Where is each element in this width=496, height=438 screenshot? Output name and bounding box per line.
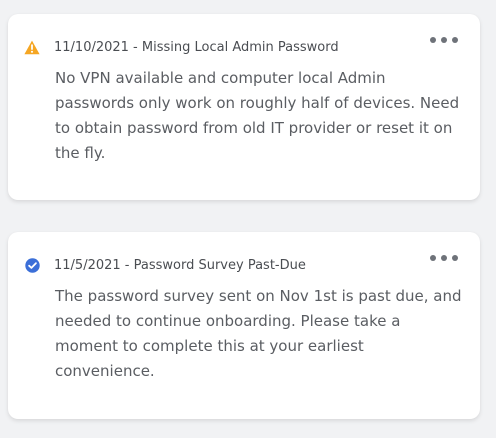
notification-header: 11/10/2021 - Missing Local Admin Passwor… (24, 37, 460, 57)
more-options-button[interactable] (430, 251, 458, 265)
dot (441, 37, 447, 43)
notification-card[interactable]: 11/10/2021 - Missing Local Admin Passwor… (8, 14, 480, 200)
notification-title: 11/5/2021 - Password Survey Past-Due (54, 257, 306, 273)
notification-title: 11/10/2021 - Missing Local Admin Passwor… (54, 39, 339, 55)
notification-header: 11/5/2021 - Password Survey Past-Due (24, 255, 460, 275)
notification-body: No VPN available and computer local Admi… (55, 69, 460, 162)
more-options-button[interactable] (430, 33, 458, 47)
notification-body: The password survey sent on Nov 1st is p… (55, 287, 462, 380)
notification-card[interactable]: 11/5/2021 - Password Survey Past-Due The… (8, 232, 480, 419)
dot (452, 37, 458, 43)
check-circle-icon (24, 257, 40, 273)
dot (452, 255, 458, 261)
dot (430, 37, 436, 43)
dot (441, 255, 447, 261)
dot (430, 255, 436, 261)
warning-triangle-icon (24, 39, 40, 55)
